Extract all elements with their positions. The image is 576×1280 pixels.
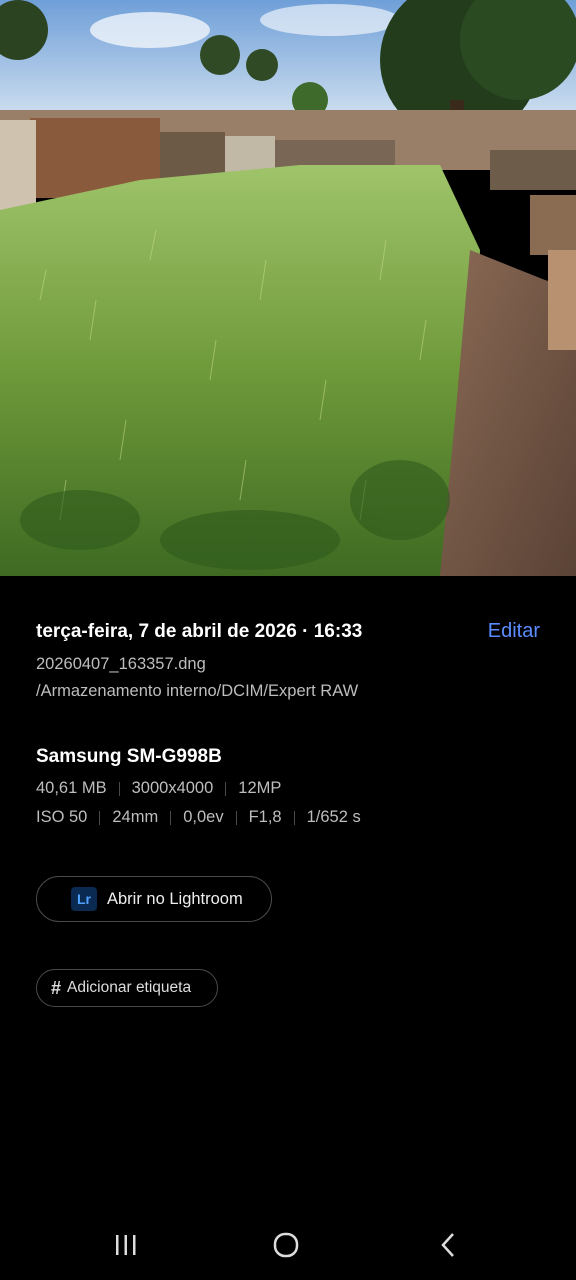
open-lightroom-label: Abrir no Lightroom: [107, 889, 243, 908]
camera-specs: ISO 50 24mm 0,0ev F1,8 1/652 s: [36, 808, 361, 827]
photo-details: terça-feira, 7 de abril de 2026 · 16:33 …: [36, 620, 540, 701]
file-name: 20260407_163357.dng: [36, 655, 206, 673]
divider: [170, 810, 172, 825]
iso-value: ISO 50: [36, 808, 88, 826]
file-specs: 40,61 MB 3000x4000 12MP: [36, 779, 281, 798]
megapixels: 12MP: [238, 779, 282, 797]
add-tag-label: Adicionar etiqueta: [67, 979, 192, 996]
edit-button[interactable]: Editar: [488, 620, 540, 643]
lightroom-logo-icon: Lr: [71, 887, 97, 911]
divider: [235, 810, 237, 825]
shutter-speed: 1/652 s: [306, 808, 361, 826]
divider: [293, 810, 295, 825]
back-icon[interactable]: [428, 1230, 468, 1260]
divider: [99, 810, 101, 825]
add-tag-button[interactable]: # Adicionar etiqueta: [36, 969, 218, 1007]
file-size: 40,61 MB: [36, 779, 107, 797]
photo-preview[interactable]: [0, 0, 576, 576]
home-icon[interactable]: [266, 1230, 306, 1260]
hashtag-icon: #: [51, 977, 62, 998]
divider: [225, 781, 227, 796]
focal-length: 24mm: [112, 808, 159, 826]
device-name: Samsung SM-G998B: [36, 746, 222, 767]
open-lightroom-button[interactable]: Lr Abrir no Lightroom: [36, 876, 272, 922]
photo-datetime: terça-feira, 7 de abril de 2026 · 16:33: [36, 621, 363, 642]
aperture: F1,8: [248, 808, 282, 826]
file-path: /Armazenamento interno/DCIM/Expert RAW: [36, 682, 359, 700]
photo-image: [0, 0, 576, 576]
exposure-value: 0,0ev: [183, 808, 224, 826]
divider: [118, 781, 120, 796]
system-navigation-bar: [0, 1210, 576, 1280]
recent-apps-icon[interactable]: [106, 1230, 146, 1260]
resolution: 3000x4000: [131, 779, 214, 797]
